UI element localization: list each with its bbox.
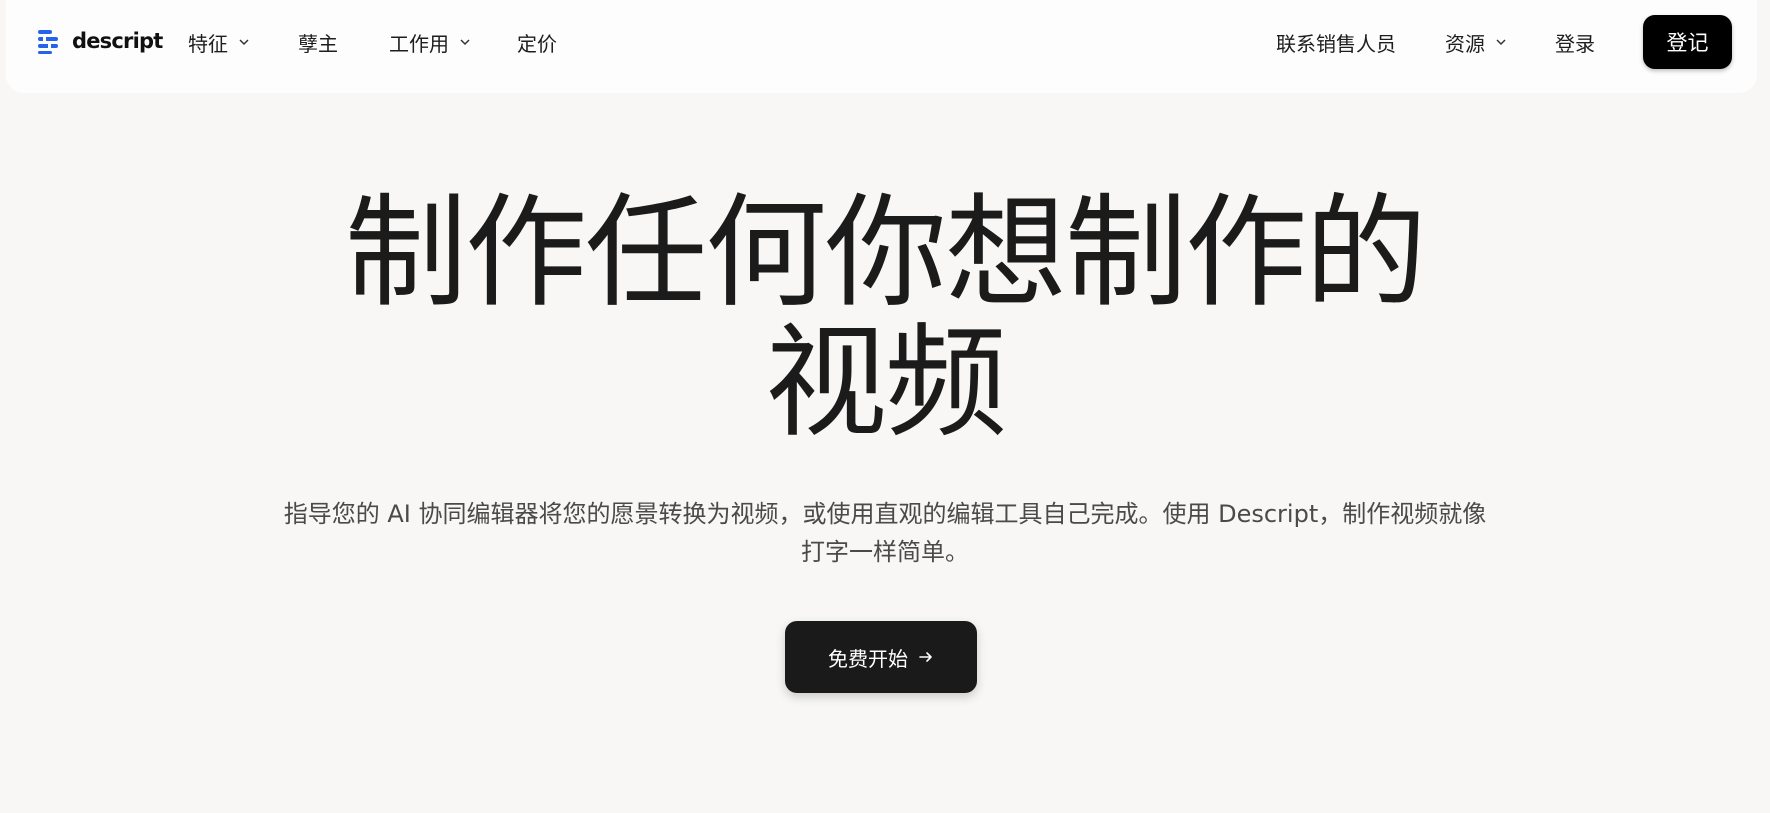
nav-item-2-label: 孽主 — [298, 31, 338, 56]
hero-subtitle: 指导您的 AI 协同编辑器将您的愿景转换为视频，或使用直观的编辑工具自己完成。使… — [283, 500, 1487, 566]
nav-contact-sales-label: 联系销售人员 — [1276, 31, 1396, 56]
nav-contact-sales[interactable]: 联系销售人员 — [1276, 26, 1396, 58]
nav-use-cases-label: 工作用 — [389, 31, 449, 56]
nav-features[interactable]: 特征 — [188, 26, 250, 58]
nav-login[interactable]: 登录 — [1555, 26, 1595, 58]
logo-text: descript — [72, 29, 163, 53]
hero-title-line-2: 视频 — [765, 312, 1007, 454]
hero-title-line-1: 制作任何你想制作的 — [345, 182, 1427, 324]
hero-title: 制作任何你想制作的 视频 — [0, 188, 1770, 448]
descript-logo-icon — [38, 30, 58, 54]
get-started-button[interactable]: 免费开始 — [785, 621, 977, 693]
descript-logo[interactable]: descript — [36, 26, 163, 56]
arrow-right-icon — [919, 652, 932, 662]
nav-item-2[interactable]: 孽主 — [298, 26, 338, 58]
nav-use-cases[interactable]: 工作用 — [389, 26, 471, 58]
nav-pricing[interactable]: 定价 — [517, 26, 557, 58]
nav-pricing-label: 定价 — [517, 31, 557, 56]
chevron-down-icon — [1496, 39, 1506, 46]
get-started-label: 免费开始 — [828, 646, 908, 671]
nav-login-label: 登录 — [1555, 31, 1595, 56]
signup-button[interactable]: 登记 — [1643, 15, 1732, 69]
chevron-down-icon — [460, 39, 470, 46]
nav-resources[interactable]: 资源 — [1445, 26, 1507, 58]
nav-resources-label: 资源 — [1445, 31, 1485, 56]
nav-features-label: 特征 — [188, 31, 228, 56]
chevron-down-icon — [239, 39, 249, 46]
top-nav: descript 特征 孽主 工作用 定价 联系销售人员 资源 登录 登记 — [6, 0, 1757, 93]
